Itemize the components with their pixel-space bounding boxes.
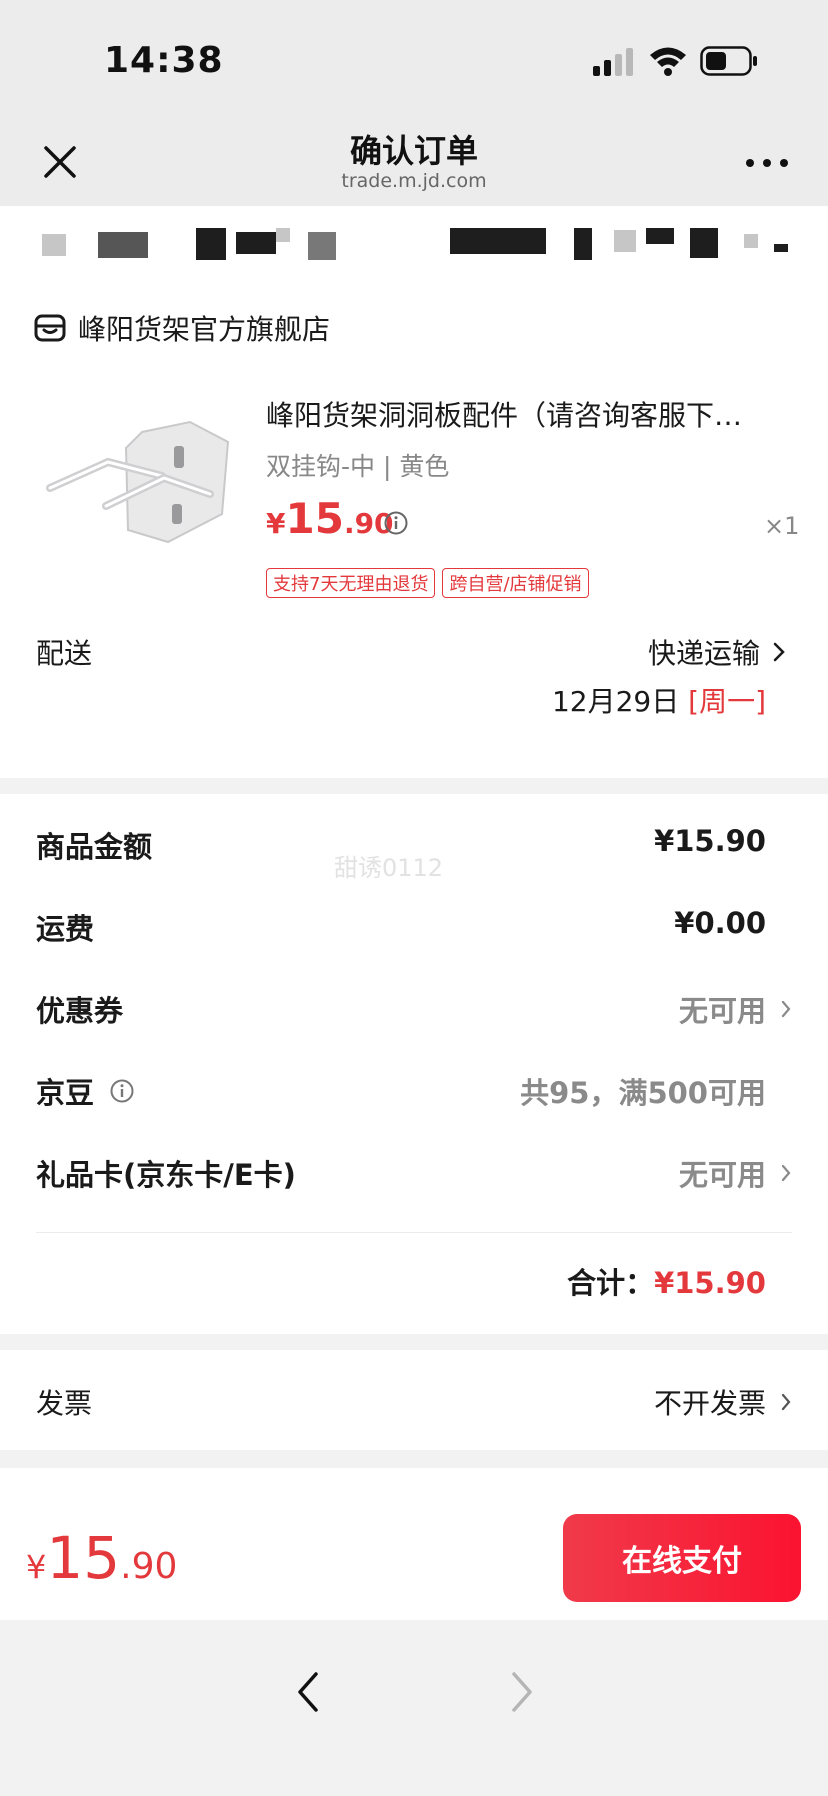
row-value: 共95，满500可用 <box>520 1076 766 1110</box>
invoice-row[interactable]: 发票 不开发票 <box>0 1350 828 1450</box>
price-decimal: .90 <box>120 1546 178 1587</box>
product-title[interactable]: 峰阳货架洞洞板配件（请咨询客服下… <box>266 394 796 434</box>
product-price: ¥15.90 <box>266 494 394 543</box>
total-value: ¥15.90 <box>654 1266 766 1300</box>
price-summary-card: 甜诱0112 商品金额 ¥15.90 运费 ¥0.00 优惠券 无可用 京豆 共… <box>0 794 828 1334</box>
chevron-right-icon <box>781 1164 791 1182</box>
row-label: 优惠券 <box>36 994 124 1028</box>
status-time: 14:38 <box>104 40 224 81</box>
shipping-date: 12月29日 [周一] <box>552 680 766 720</box>
summary-row-gift-card[interactable]: 礼品卡(京东卡/E卡) 无可用 <box>36 1152 792 1192</box>
row-label: 京豆 <box>36 1076 95 1110</box>
total-label: 合计： <box>567 1266 655 1300</box>
invoice-label: 发票 <box>36 1387 93 1420</box>
row-value: ¥15.90 <box>654 824 766 858</box>
invoice-value: 不开发票 <box>653 1387 766 1420</box>
product-spec: 双挂钩-中 | 黄色 <box>266 452 450 481</box>
battery-icon <box>700 46 757 76</box>
wifi-icon <box>650 47 686 76</box>
summary-row-coupon[interactable]: 优惠券 无可用 <box>36 988 792 1028</box>
summary-row-goods-amount: 商品金额 ¥15.90 <box>36 824 792 864</box>
back-arrow-icon[interactable] <box>294 1670 322 1714</box>
tag-promotion: 跨自营/店铺促销 <box>442 568 589 598</box>
row-label-wrap: 京豆 <box>36 1070 134 1112</box>
price-symbol: ¥ <box>266 507 286 540</box>
row-value: 无可用 <box>678 994 766 1028</box>
store-name: 峰阳货架官方旗舰店 <box>78 313 331 346</box>
forward-arrow-icon[interactable] <box>508 1670 536 1714</box>
divider <box>36 1232 792 1233</box>
shipping-label: 配送 <box>36 637 93 670</box>
row-value-wrap: 无可用 <box>679 988 792 1030</box>
pay-online-button[interactable]: 在线支付 <box>563 1514 801 1602</box>
order-confirm-page: 14:38 确认订单 trade.m.jd.com 峰阳货架官方旗舰店 峰阳货架… <box>0 0 828 1796</box>
summary-row-shipping-fee: 运费 ¥0.00 <box>36 906 792 946</box>
info-icon[interactable] <box>384 511 408 535</box>
shipping-date-text: 12月29日 <box>551 685 680 718</box>
shipping-method-row[interactable]: 快递运输 <box>648 632 786 672</box>
checkout-price: ¥15.90 <box>26 1524 177 1592</box>
summary-row-jingdou: 京豆 共95，满500可用 <box>36 1070 792 1110</box>
tag-return-policy: 支持7天无理由退货 <box>266 568 436 598</box>
checkout-bar: ¥15.90 在线支付 <box>0 1468 828 1620</box>
chevron-right-icon <box>781 1000 791 1018</box>
row-value-wrap: 无可用 <box>679 1152 792 1194</box>
product-tags: 支持7天无理由退货 跨自营/店铺促销 <box>266 568 589 598</box>
product-image[interactable] <box>44 420 240 550</box>
page-url: trade.m.jd.com <box>341 170 487 192</box>
product-quantity: ×1 <box>764 512 800 540</box>
row-label: 礼品卡(京东卡/E卡) <box>36 1158 296 1192</box>
chevron-right-icon <box>781 1393 791 1411</box>
price-integer: 15 <box>285 494 344 543</box>
nav-bar: 确认订单 trade.m.jd.com <box>0 120 828 206</box>
row-value: ¥0.00 <box>674 906 766 940</box>
invoice-value-wrap: 不开发票 <box>654 1382 792 1422</box>
address-bar-obscured[interactable] <box>0 206 828 282</box>
row-label: 运费 <box>36 912 95 946</box>
info-icon[interactable] <box>110 1079 134 1103</box>
browser-nav-bar <box>0 1620 828 1796</box>
store-icon <box>34 314 66 342</box>
signal-icon <box>593 48 633 76</box>
row-label: 商品金额 <box>36 830 153 864</box>
store-row[interactable]: 峰阳货架官方旗舰店 <box>34 308 330 348</box>
price-integer: 15 <box>46 1524 121 1592</box>
shipping-method: 快递运输 <box>647 637 760 670</box>
shipping-weekday: [周一] <box>688 685 766 718</box>
chevron-right-icon <box>773 642 785 662</box>
status-bar: 14:38 <box>0 0 828 120</box>
more-icon[interactable] <box>744 156 790 170</box>
row-value: 无可用 <box>678 1158 766 1192</box>
page-title: 确认订单 <box>349 132 478 170</box>
price-symbol: ¥ <box>26 1548 47 1586</box>
order-total: 合计：¥15.90 <box>567 1260 766 1302</box>
product-card: 峰阳货架官方旗舰店 峰阳货架洞洞板配件（请咨询客服下… 双挂钩-中 | 黄色 ¥… <box>0 282 828 778</box>
